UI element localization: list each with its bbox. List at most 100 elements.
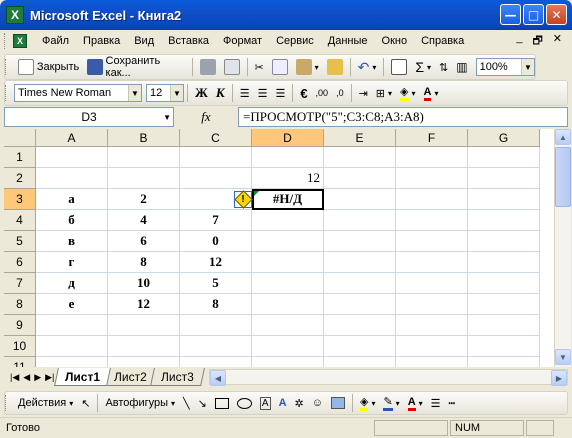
fill-color-draw-button[interactable]: ◈ ▾ [356,392,379,414]
row-header-6[interactable]: 6 [4,252,36,273]
cell-c4[interactable]: 7 [180,210,252,231]
insert-function-button[interactable] [387,56,411,78]
diagram-button[interactable]: ✲ [291,392,308,414]
wordart-button[interactable]: A [275,392,291,414]
cell-b6[interactable]: 8 [108,252,180,273]
cell-b10[interactable] [108,336,180,357]
cell-f7[interactable] [396,273,468,294]
select-objects-button[interactable]: ↖ [77,392,94,414]
row-header-8[interactable]: 8 [4,294,36,315]
vertical-scrollbar[interactable]: ▲ ▼ [554,129,571,367]
cell-e9[interactable] [324,315,396,336]
cell-f6[interactable] [396,252,468,273]
cell-a4[interactable]: б [36,210,108,231]
last-sheet-button[interactable]: ▶| [45,372,54,383]
menu-format[interactable]: Формат [216,35,269,47]
cell-e4[interactable] [324,210,396,231]
autosum-button[interactable]: Σ ▾ [411,56,435,78]
font-select[interactable]: Times New Roman ▼ [14,84,142,102]
row-header-2[interactable]: 2 [4,168,36,189]
line-color-button[interactable]: ✎ ▾ [379,392,403,414]
column-header-b[interactable]: B [108,129,180,147]
textbox-button[interactable]: A [256,392,275,414]
spreadsheet-grid[interactable]: ABCDEFG12123а23#Н/Д4б475в606г8127д1058е1… [4,129,554,367]
cell-g9[interactable] [468,315,540,336]
cell-c7[interactable]: 5 [180,273,252,294]
cell-c9[interactable] [180,315,252,336]
cell-f11[interactable] [396,357,468,367]
cell-b5[interactable]: 6 [108,231,180,252]
column-header-d[interactable]: D [252,129,324,147]
cell-e6[interactable] [324,252,396,273]
menu-edit[interactable]: Правка [76,35,127,47]
cell-a9[interactable] [36,315,108,336]
insert-function-icon[interactable]: fx [174,109,238,125]
cell-g11[interactable] [468,357,540,367]
bold-button[interactable]: Ж [191,82,212,104]
menu-tools[interactable]: Сервис [269,35,321,47]
cell-d5[interactable] [252,231,324,252]
toolbar-grip[interactable] [5,395,8,411]
cell-a5[interactable]: в [36,231,108,252]
cell-e1[interactable] [324,147,396,168]
row-header-5[interactable]: 5 [4,231,36,252]
formula-input[interactable]: =ПРОСМОТР("5";C3:C8;A3:A8) [238,107,568,127]
cell-c5[interactable]: 0 [180,231,252,252]
cell-c8[interactable]: 8 [180,294,252,315]
align-right-button[interactable]: ☰ [271,82,289,104]
cell-f10[interactable] [396,336,468,357]
excel-app-icon[interactable]: X [6,6,24,24]
picture-button[interactable] [327,392,349,414]
cell-g6[interactable] [468,252,540,273]
cell-c1[interactable] [180,147,252,168]
cut-button[interactable]: ✂ [250,56,267,78]
print-preview-button[interactable] [220,56,244,78]
cell-f1[interactable] [396,147,468,168]
increase-decimal-button[interactable]: ,00 [312,82,333,104]
minimize-button[interactable]: — [500,4,521,25]
cell-e3[interactable] [324,189,396,210]
save-as-button[interactable]: Сохранить как... [83,55,188,79]
cell-f3[interactable] [396,189,468,210]
cell-a2[interactable] [36,168,108,189]
cell-e10[interactable] [324,336,396,357]
prev-sheet-button[interactable]: ◀ [23,372,30,383]
align-center-button[interactable]: ☰ [254,82,272,104]
cell-a3[interactable]: а [36,189,108,210]
cell-b11[interactable] [108,357,180,367]
row-header-3[interactable]: 3 [4,189,36,210]
cell-b8[interactable]: 12 [108,294,180,315]
autoshapes-menu-button[interactable]: Автофигуры ▾ [101,392,179,414]
first-sheet-button[interactable]: |◀ [10,372,19,383]
cell-b2[interactable] [108,168,180,189]
cell-g1[interactable] [468,147,540,168]
currency-button[interactable]: € [296,82,311,104]
cell-a6[interactable]: г [36,252,108,273]
cell-d2[interactable]: 12 [252,168,324,189]
resize-grip-icon[interactable] [556,420,570,436]
menu-insert[interactable]: Вставка [161,35,216,47]
cell-e7[interactable] [324,273,396,294]
cell-c11[interactable] [180,357,252,367]
cell-d9[interactable] [252,315,324,336]
cell-f9[interactable] [396,315,468,336]
undo-button[interactable]: ↶ ▾ [354,56,381,78]
cell-d6[interactable] [252,252,324,273]
print-button[interactable] [196,56,220,78]
fill-color-button[interactable]: ◈ ▾ [396,82,419,104]
line-button[interactable]: ╲ [179,392,194,414]
cell-f2[interactable] [396,168,468,189]
cell-f8[interactable] [396,294,468,315]
cell-a1[interactable] [36,147,108,168]
sheet-tab-1[interactable]: Лист1 [54,368,112,386]
menu-file[interactable]: Файл [35,35,76,47]
sort-button[interactable]: ⇅ [435,56,452,78]
cell-e8[interactable] [324,294,396,315]
chart-wizard-button[interactable]: ▥ [452,56,471,78]
cell-b9[interactable] [108,315,180,336]
zoom-select[interactable]: 100% ▼ [475,58,535,76]
menu-help[interactable]: Справка [414,35,471,47]
scroll-right-button[interactable]: ▶ [551,370,567,386]
column-header-c[interactable]: C [180,129,252,147]
dash-style-button[interactable]: ┅ [445,392,460,414]
